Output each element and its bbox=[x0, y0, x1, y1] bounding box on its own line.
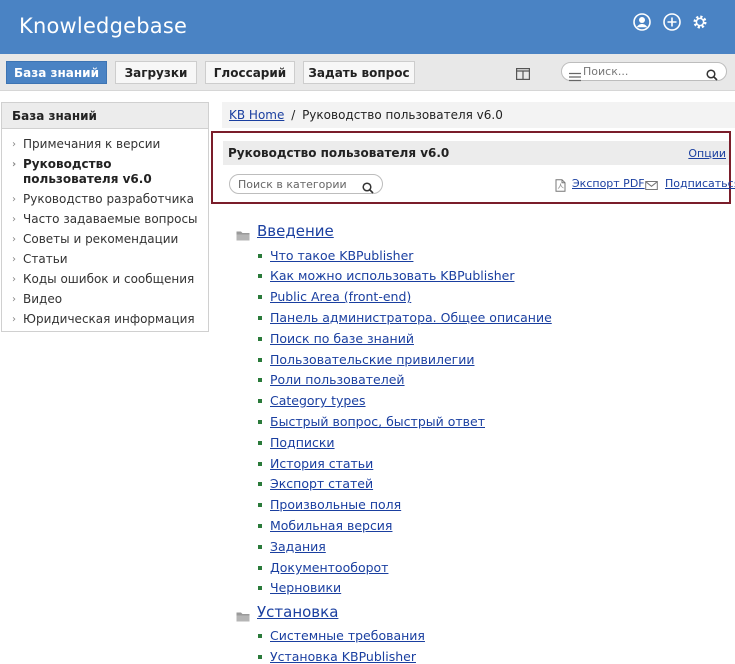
bullet-icon bbox=[258, 295, 262, 299]
bullet-icon bbox=[258, 503, 262, 507]
sidebar-item-user-guide[interactable]: › Руководство пользователя v6.0 bbox=[2, 157, 208, 187]
article-link[interactable]: Что такое KBPublisher bbox=[270, 248, 413, 263]
bullet-icon bbox=[258, 399, 262, 403]
bullet-icon bbox=[258, 655, 262, 659]
bullet-icon bbox=[258, 545, 262, 549]
chevron-right-icon: › bbox=[12, 194, 16, 205]
tab-knowledgebase[interactable]: База знаний bbox=[6, 61, 107, 84]
category-title-bar: Руководство пользователя v6.0 Опции bbox=[223, 141, 729, 165]
category-search[interactable] bbox=[229, 174, 383, 194]
section-intro-link[interactable]: Введение bbox=[257, 222, 334, 240]
gear-icon[interactable] bbox=[691, 13, 709, 31]
bullet-icon bbox=[258, 586, 262, 590]
article-link[interactable]: Мобильная версия bbox=[270, 518, 392, 533]
chevron-right-icon: › bbox=[12, 159, 17, 170]
section-intro: Введение bbox=[236, 222, 334, 240]
pdf-icon[interactable] bbox=[554, 177, 567, 192]
sidebar: База знаний › Примечания к версии › Руково… bbox=[1, 102, 209, 332]
category-search-input[interactable] bbox=[238, 177, 356, 192]
section-install: Установка bbox=[236, 603, 338, 621]
bullet-icon bbox=[258, 420, 262, 424]
article-link[interactable]: Роли пользователей bbox=[270, 372, 405, 387]
subscribe-link[interactable]: Подписаться bbox=[665, 177, 735, 190]
layout-toggle-icon[interactable] bbox=[516, 65, 531, 81]
app-header: Knowledgebase bbox=[0, 0, 735, 54]
sidebar-item-articles[interactable]: › Статьи bbox=[2, 252, 208, 267]
article-link[interactable]: Подписки bbox=[270, 435, 335, 450]
sidebar-title[interactable]: База знаний bbox=[2, 103, 208, 129]
tab-ask-question[interactable]: Задать вопрос bbox=[303, 61, 415, 84]
chevron-right-icon: › bbox=[12, 214, 16, 225]
tab-downloads[interactable]: Загрузки bbox=[115, 61, 197, 84]
sidebar-item-developer-guide[interactable]: › Руководство разработчика bbox=[2, 192, 208, 207]
section-install-link[interactable]: Установка bbox=[257, 603, 338, 621]
bullet-icon bbox=[258, 462, 262, 466]
app-title[interactable]: Knowledgebase bbox=[19, 14, 187, 38]
bullet-icon bbox=[258, 441, 262, 445]
search-menu-icon[interactable] bbox=[569, 67, 581, 82]
global-search[interactable] bbox=[561, 62, 727, 82]
add-icon[interactable] bbox=[663, 13, 681, 31]
bullet-icon bbox=[258, 524, 262, 528]
chevron-right-icon: › bbox=[12, 294, 16, 305]
breadcrumb-home-link[interactable]: KB Home bbox=[229, 108, 284, 122]
folder-icon bbox=[236, 226, 250, 240]
bullet-icon bbox=[258, 566, 262, 570]
breadcrumb-current: Руководство пользователя v6.0 bbox=[302, 108, 503, 122]
sidebar-item-tips[interactable]: › Советы и рекомендации bbox=[2, 232, 208, 247]
user-icon[interactable] bbox=[633, 13, 651, 31]
sidebar-item-release-notes[interactable]: › Примечания к версии bbox=[2, 137, 208, 152]
article-link[interactable]: Произвольные поля bbox=[270, 497, 401, 512]
sidebar-item-error-codes[interactable]: › Коды ошибок и сообщения bbox=[2, 272, 208, 287]
article-link[interactable]: История статьи bbox=[270, 456, 373, 471]
article-link[interactable]: Category types bbox=[270, 393, 366, 408]
sidebar-list: › Примечания к версии › Руководство пользо… bbox=[2, 129, 208, 327]
article-link[interactable]: Документооборот bbox=[270, 560, 388, 575]
bullet-icon bbox=[258, 274, 262, 278]
sidebar-item-video[interactable]: › Видео bbox=[2, 292, 208, 307]
breadcrumb-separator: / bbox=[291, 108, 296, 122]
search-icon[interactable] bbox=[706, 66, 718, 81]
chevron-right-icon: › bbox=[12, 274, 16, 285]
folder-icon bbox=[236, 607, 250, 621]
category-title: Руководство пользователя v6.0 bbox=[228, 146, 450, 160]
chevron-right-icon: › bbox=[12, 254, 16, 265]
global-search-input[interactable] bbox=[583, 64, 703, 79]
article-link[interactable]: Быстрый вопрос, быстрый ответ bbox=[270, 414, 485, 429]
article-link[interactable]: Как можно использовать KBPublisher bbox=[270, 268, 514, 283]
bullet-icon bbox=[258, 316, 262, 320]
category-options-link[interactable]: Опции bbox=[688, 147, 726, 160]
sidebar-item-faq[interactable]: › Часто задаваемые вопросы bbox=[2, 212, 208, 227]
article-link[interactable]: Задания bbox=[270, 539, 326, 554]
sidebar-item-legal[interactable]: › Юридическая информация bbox=[2, 312, 208, 327]
bullet-icon bbox=[258, 337, 262, 341]
category-panel: Руководство пользователя v6.0 Опции Эксп… bbox=[211, 131, 735, 204]
tab-glossary[interactable]: Глоссарий bbox=[205, 61, 295, 84]
article-link[interactable]: Пользовательские привилегии bbox=[270, 352, 474, 367]
bullet-icon bbox=[258, 358, 262, 362]
article-link[interactable]: Поиск по базе знаний bbox=[270, 331, 414, 346]
breadcrumb: KB Home / Руководство пользователя v6.0 bbox=[222, 102, 735, 128]
bullet-icon bbox=[258, 254, 262, 258]
article-link[interactable]: Экспорт статей bbox=[270, 476, 373, 491]
bullet-icon bbox=[258, 634, 262, 638]
bullet-icon bbox=[258, 378, 262, 382]
envelope-icon[interactable] bbox=[645, 177, 658, 190]
export-pdf-link[interactable]: Экспорт PDF bbox=[572, 177, 645, 190]
article-link[interactable]: Public Area (front-end) bbox=[270, 289, 411, 304]
article-link[interactable]: Установка KBPublisher bbox=[270, 649, 416, 664]
chevron-right-icon: › bbox=[12, 314, 16, 325]
search-icon[interactable] bbox=[362, 179, 374, 194]
chevron-right-icon: › bbox=[12, 234, 16, 245]
chevron-right-icon: › bbox=[12, 139, 16, 150]
article-link[interactable]: Панель администратора. Общее описание bbox=[270, 310, 552, 325]
article-link[interactable]: Системные требования bbox=[270, 628, 425, 643]
article-link[interactable]: Черновики bbox=[270, 580, 341, 595]
bullet-icon bbox=[258, 482, 262, 486]
